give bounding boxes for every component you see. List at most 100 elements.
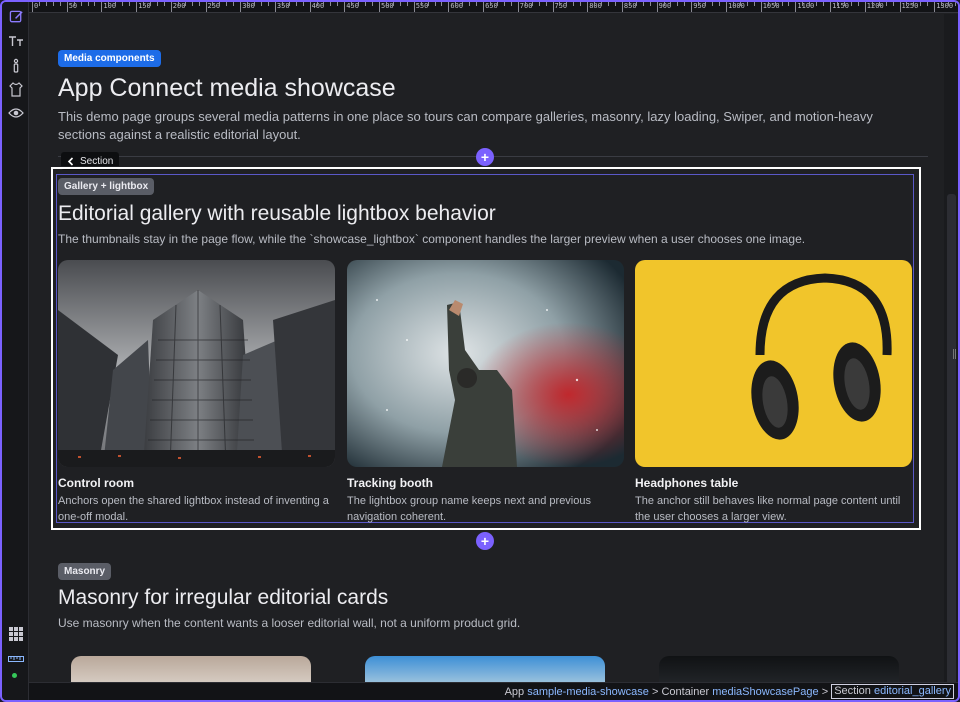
ruler-minor-tick: [913, 2, 915, 6]
ruler-minor-tick: [94, 2, 96, 6]
concert-person-photo[interactable]: [347, 260, 624, 467]
ruler-label: 1100: [797, 2, 815, 10]
breadcrumb-separator: >: [651, 685, 659, 698]
ruler-minor-tick: [601, 2, 603, 6]
ruler-minor-tick: [358, 2, 360, 6]
ruler-minor-tick: [198, 2, 200, 6]
edit-icon[interactable]: [8, 8, 24, 24]
breadcrumb-section-link: editorial_gallery: [873, 685, 951, 697]
masonry-card[interactable]: [659, 656, 899, 682]
ruler-major-tick: [483, 2, 485, 12]
ruler-major-tick: [66, 2, 68, 12]
ruler-minor-tick: [545, 2, 547, 6]
card-title: Headphones table: [635, 476, 739, 490]
skyscrapers-photo[interactable]: [58, 260, 335, 467]
ruler-minor-tick: [816, 2, 818, 6]
ruler-minor-tick: [823, 2, 825, 6]
scrollbar-thumb[interactable]: [947, 194, 956, 682]
vertical-scrollbar[interactable]: [944, 14, 958, 682]
card-text: The lightbox group name keeps next and p…: [347, 495, 591, 523]
ruler-minor-tick: [420, 2, 422, 6]
ruler-label: 450: [346, 2, 359, 10]
card-text: Anchors open the shared lightbox instead…: [58, 495, 329, 523]
ruler-major-tick: [656, 2, 658, 12]
ruler-minor-tick: [843, 2, 845, 6]
ruler-minor-tick: [663, 2, 665, 6]
ruler-minor-tick: [281, 2, 283, 6]
ruler-minor-tick: [163, 2, 165, 6]
headphones-photo[interactable]: [635, 260, 912, 467]
ruler-major-tick: [934, 2, 936, 12]
text-size-icon[interactable]: [8, 33, 24, 49]
ruler-label: 400: [311, 2, 325, 10]
ruler-minor-tick: [87, 2, 89, 6]
ruler-major-tick: [32, 2, 33, 12]
ruler-minor-tick: [59, 2, 61, 6]
breadcrumb-container-link[interactable]: mediaShowcasePage: [712, 686, 818, 698]
ruler-minor-tick: [503, 2, 505, 6]
ruler-minor-tick: [219, 2, 221, 6]
gallery-card[interactable]: Headphones table The anchor still behave…: [635, 260, 912, 525]
ruler-minor-tick: [677, 2, 679, 6]
ruler-minor-tick: [441, 2, 443, 6]
gallery-card[interactable]: Tracking booth The lightbox group name k…: [347, 260, 624, 525]
gallery-card[interactable]: Control room Anchors open the shared lig…: [58, 260, 335, 525]
ruler-label: 250: [207, 2, 221, 10]
ruler-minor-tick: [767, 2, 769, 6]
card-text: The anchor still behaves like normal pag…: [635, 495, 901, 523]
ruler-minor-tick: [538, 2, 540, 6]
ruler-minor-tick: [524, 2, 526, 6]
ruler-major-tick: [830, 2, 832, 12]
ruler-minor-tick: [802, 2, 804, 6]
ruler-minor-tick: [108, 2, 110, 6]
ruler-major-tick: [448, 2, 450, 12]
add-section-above-button[interactable]: +: [476, 148, 494, 166]
masonry-card[interactable]: [365, 656, 605, 682]
ruler-minor-tick: [233, 2, 235, 6]
add-section-below-button[interactable]: +: [476, 532, 494, 550]
ruler-label: 700: [519, 2, 533, 10]
breadcrumb-app-link[interactable]: sample-media-showcase: [527, 686, 649, 698]
ruler-minor-tick: [920, 2, 922, 6]
ruler-label: 200: [172, 2, 186, 10]
resize-handle[interactable]: [953, 349, 956, 359]
page-description: This demo page groups several media patt…: [58, 109, 873, 142]
ruler-minor-tick: [73, 2, 75, 6]
ruler-label: 150: [138, 2, 151, 10]
shirt-icon[interactable]: [8, 81, 24, 97]
ruler-label: 1000: [728, 2, 745, 10]
ruler-label: 800: [589, 2, 602, 10]
ruler-label: 1300: [936, 2, 954, 10]
page-canvas[interactable]: Media components App Connect media showc…: [29, 14, 958, 682]
ruler-minor-tick: [191, 2, 193, 6]
ruler-minor-tick: [462, 2, 464, 6]
breadcrumb-container-label: Container: [661, 685, 710, 698]
masonry-badge: Masonry: [58, 563, 112, 580]
breadcrumb-current-section[interactable]: Section editorial_gallery: [831, 684, 954, 699]
grid-icon[interactable]: [8, 626, 24, 642]
ruler-minor-tick: [573, 2, 575, 6]
editor-window: 0 50 100 150 200 250 300 350 400 450 500 550 600 650 7…: [0, 0, 960, 702]
ruler-label: 950: [693, 2, 706, 10]
ruler-minor-tick: [184, 2, 186, 6]
ruler-major-tick: [274, 2, 276, 12]
ruler-minor-tick: [476, 2, 478, 6]
eye-icon[interactable]: [8, 105, 24, 121]
ruler-label: 600: [450, 2, 464, 10]
ruler-minor-tick: [80, 2, 82, 6]
card-title: Tracking booth: [347, 476, 434, 490]
ruler-minor-tick: [323, 2, 325, 6]
card-title: Control room: [58, 476, 134, 490]
ruler-label: 1150: [832, 2, 849, 10]
ruler-icon[interactable]: [8, 651, 24, 667]
ruler-minor-tick: [809, 2, 811, 6]
ruler-minor-tick: [941, 2, 943, 6]
ruler-minor-tick: [892, 2, 894, 6]
tool-rail: [2, 2, 29, 700]
ruler-minor-tick: [406, 2, 408, 6]
masonry-card[interactable]: [71, 656, 311, 682]
ruler-minor-tick: [774, 2, 776, 6]
ruler-minor-tick: [732, 2, 734, 6]
ruler-minor-tick: [746, 2, 748, 6]
info-icon[interactable]: [8, 57, 24, 73]
